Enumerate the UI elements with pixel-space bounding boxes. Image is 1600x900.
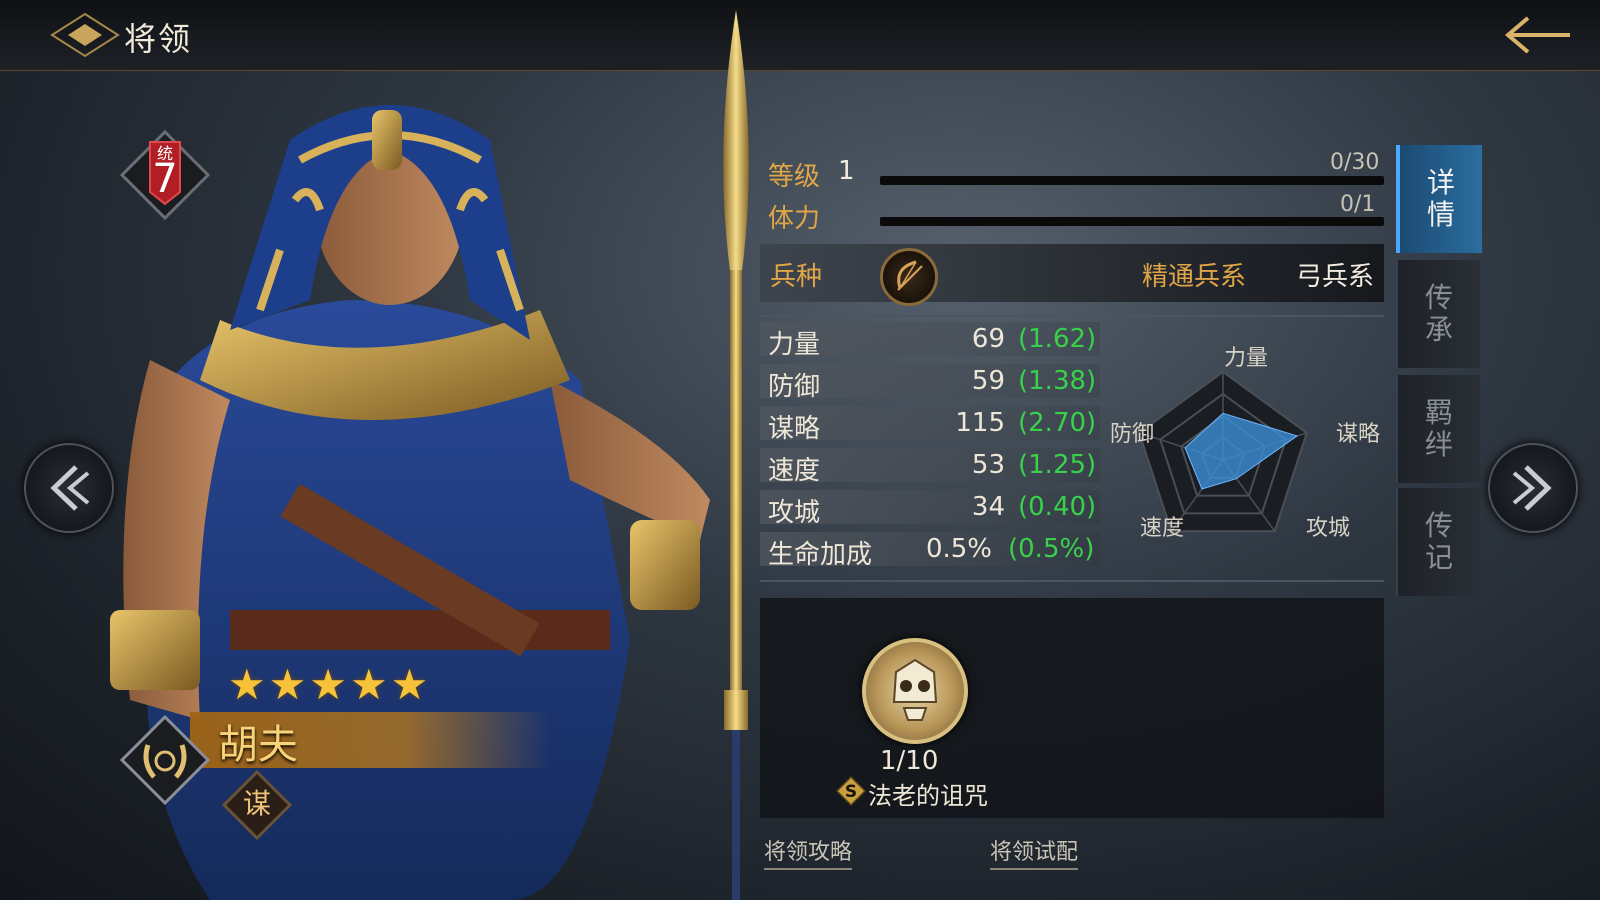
radar-label-strategy: 谋略 — [1336, 422, 1381, 447]
stat-value: 59 — [971, 366, 1005, 396]
hero-trial-link[interactable]: 将领试配 — [990, 834, 1079, 870]
stat-value: 34 — [971, 492, 1005, 522]
stamina-progress-bar — [880, 217, 1384, 226]
stat-value: 69 — [971, 324, 1005, 354]
next-hero-button[interactable] — [1488, 443, 1578, 533]
bow-glyph-icon — [897, 260, 923, 291]
double-chevron-left-icon — [50, 465, 90, 511]
tab-bonds-label: 羁绊 — [1424, 396, 1453, 461]
tab-inheritance-label: 传承 — [1424, 281, 1453, 346]
stat-name: 速度 — [768, 456, 821, 486]
rank-badge-value: 7 — [152, 156, 178, 202]
prev-hero-button[interactable] — [24, 443, 114, 533]
tab-biography[interactable]: 传记 — [1396, 488, 1480, 596]
stat-growth: (2.70) — [1018, 408, 1097, 438]
stat-growth: (1.25) — [1018, 450, 1097, 480]
stat-growth: (1.62) — [1018, 324, 1097, 354]
stat-name: 攻城 — [768, 498, 821, 528]
radar-label-speed: 速度 — [1140, 516, 1185, 541]
class-badge-label: 谋 — [242, 787, 271, 820]
tab-biography-label: 传记 — [1424, 509, 1453, 574]
hero-name: 胡夫 — [218, 722, 298, 768]
stamina-label: 体力 — [768, 204, 821, 234]
hero-stars: ★★★★★ — [228, 660, 432, 709]
title-diamond-icon — [50, 12, 120, 58]
hero-guide-link[interactable]: 将领攻略 — [764, 834, 853, 870]
mastery-label: 精通兵系 — [1142, 262, 1247, 292]
troop-label: 兵种 — [770, 262, 823, 292]
radar-label-strength: 力量 — [1224, 346, 1269, 371]
tab-bonds[interactable]: 羁绊 — [1396, 375, 1480, 483]
stat-growth: (0.5%) — [1008, 534, 1095, 564]
stat-value: 115 — [955, 408, 1005, 438]
tab-details[interactable]: 详情 — [1396, 145, 1482, 253]
level-progress-text: 0/30 — [1330, 150, 1380, 175]
level-progress-bar — [880, 176, 1384, 185]
skill-name: 法老的诅咒 — [868, 782, 988, 810]
skill-grade-text: S — [845, 782, 857, 802]
stamina-progress-text: 0/1 — [1340, 192, 1376, 217]
stat-name: 谋略 — [768, 414, 821, 444]
stat-value: 0.5% — [925, 534, 992, 564]
top-bar: 将领 — [0, 0, 1600, 71]
skill-grade-badge: S — [836, 776, 866, 806]
radar-label-defense: 防御 — [1110, 422, 1155, 447]
troop-type-row — [760, 244, 1384, 302]
laurel-emblem-icon — [120, 715, 210, 805]
stat-name: 生命加成 — [768, 540, 873, 570]
page-title: 将领 — [124, 20, 193, 58]
tab-inheritance[interactable]: 传承 — [1396, 260, 1480, 368]
skill-level: 1/10 — [880, 746, 939, 776]
skull-glyph-icon — [892, 658, 938, 721]
back-arrow-icon[interactable] — [1496, 10, 1576, 60]
stat-growth: (1.38) — [1018, 366, 1097, 396]
divider — [760, 315, 1384, 317]
level-value: 1 — [838, 156, 855, 186]
level-label: 等级 — [768, 162, 821, 192]
tab-details-label: 详情 — [1426, 166, 1455, 231]
stat-value: 53 — [971, 450, 1005, 480]
pharaoh-skull-icon[interactable] — [862, 638, 968, 744]
divider — [760, 580, 1384, 582]
double-chevron-right-icon — [1512, 465, 1552, 511]
spear-weapon — [723, 10, 749, 900]
troop-type-value: 弓兵系 — [1296, 262, 1375, 292]
radar-label-siege: 攻城 — [1306, 516, 1351, 541]
stat-growth: (0.40) — [1018, 492, 1097, 522]
stat-name: 力量 — [768, 330, 821, 360]
stat-name: 防御 — [768, 372, 821, 402]
bow-icon[interactable] — [880, 248, 938, 306]
